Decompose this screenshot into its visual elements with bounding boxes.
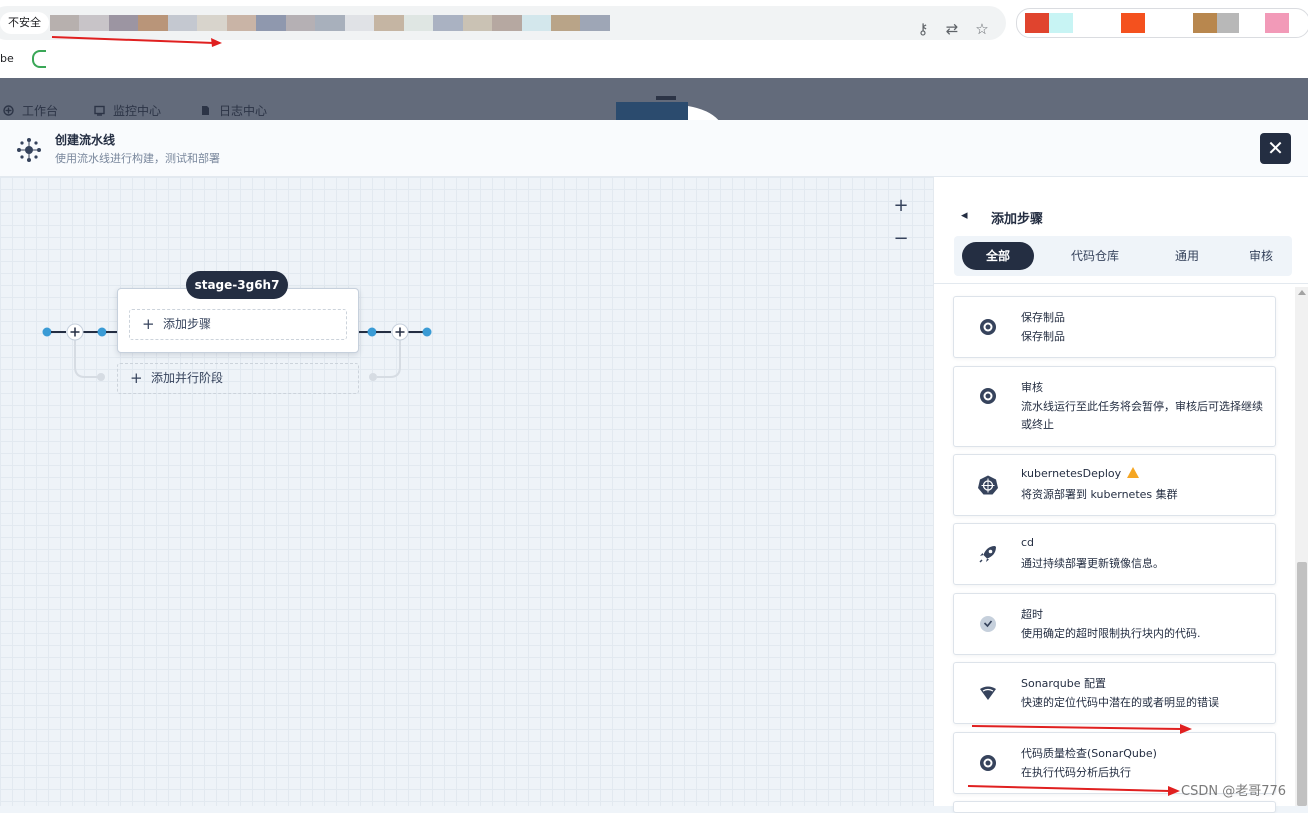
workbench-icon xyxy=(3,105,14,116)
bookmarks-bar: be xyxy=(0,44,1308,78)
stage-name-badge[interactable]: stage-3g6h7 xyxy=(186,271,288,299)
modal-title: 创建流水线 xyxy=(55,133,116,147)
step-card-sonarqube-config[interactable]: Sonarqube 配置 快速的定位代码中潜在的或者明显的错误 xyxy=(953,662,1276,724)
nav-item-logs[interactable]: 日志中心 xyxy=(200,102,267,119)
warning-icon xyxy=(1127,467,1140,478)
pipeline-connectors xyxy=(42,327,432,381)
pipeline-canvas[interactable]: + − + 添加步骤 stage-3g6h7 + 添加并行阶段 xyxy=(0,177,933,806)
security-indicator[interactable]: 不安全 xyxy=(0,12,49,34)
step-title: Sonarqube 配置 xyxy=(1021,677,1106,690)
rocket-icon xyxy=(979,546,996,563)
bookmark-favicon-icon xyxy=(32,50,46,68)
scroll-thumb[interactable] xyxy=(1297,562,1307,806)
step-category-tabs: 全部 代码仓库 通用 审核 xyxy=(954,236,1292,276)
key-icon[interactable]: ⚷ xyxy=(914,20,932,38)
step-description: 通过持续部署更新镜像信息。 xyxy=(1021,557,1164,570)
nav-label: 监控中心 xyxy=(113,104,162,118)
monitor-icon xyxy=(94,105,105,116)
add-stage-after-button[interactable] xyxy=(391,323,409,341)
step-card-kubernetes-deploy[interactable]: kubernetesDeploy 将资源部署到 kubernetes 集群 xyxy=(953,454,1276,516)
scroll-up-arrow-icon[interactable] xyxy=(1298,290,1306,295)
modal-header: 创建流水线 使用流水线进行构建，测试和部署 ✕ xyxy=(0,120,1308,177)
nav-item-monitoring[interactable]: 监控中心 xyxy=(94,102,161,119)
step-card-save-artifact[interactable]: 保存制品 保存制品 xyxy=(953,296,1276,358)
disc-icon xyxy=(980,388,996,404)
redacted-region xyxy=(616,96,719,120)
url-text-redacted xyxy=(50,15,610,31)
step-description: 流水线运行至此任务将会暂停，审核后可选择继续或终止 xyxy=(1021,400,1263,431)
plus-icon: + xyxy=(130,369,143,387)
app-top-nav: 工作台 监控中心 日志中心 xyxy=(0,78,1308,120)
scrollbar[interactable] xyxy=(1295,287,1308,806)
disc-icon xyxy=(980,755,996,771)
step-title: cd xyxy=(1021,536,1035,549)
tab-general[interactable]: 通用 xyxy=(1152,242,1222,270)
browser-chrome: 不安全 ⚷ ⇄ ☆ be xyxy=(0,0,1308,78)
pipeline-icon xyxy=(17,138,41,162)
nav-label: 工作台 xyxy=(22,104,59,118)
step-description: 保存制品 xyxy=(1021,330,1065,343)
tab-all[interactable]: 全部 xyxy=(962,242,1034,270)
tab-review[interactable]: 审核 xyxy=(1230,242,1292,270)
step-card-partial[interactable] xyxy=(953,801,1276,813)
nav-label: 日志中心 xyxy=(219,104,268,118)
clock-icon xyxy=(980,616,996,632)
step-description: 使用确定的超时限制执行块内的代码. xyxy=(1021,627,1201,640)
annotation-arrow xyxy=(967,785,1180,796)
step-card-timeout[interactable]: 超时 使用确定的超时限制执行块内的代码. xyxy=(953,593,1276,655)
add-step-label: 添加步骤 xyxy=(163,317,212,331)
step-title-row: kubernetesDeploy xyxy=(1021,467,1140,480)
step-title: kubernetesDeploy xyxy=(1021,467,1122,480)
step-card-review[interactable]: 审核 流水线运行至此任务将会暂停，审核后可选择继续或终止 xyxy=(953,366,1276,447)
watermark: CSDN @老哥776 xyxy=(1181,784,1287,799)
divider xyxy=(934,283,1308,284)
translate-icon[interactable]: ⇄ xyxy=(943,20,961,38)
add-parallel-stage-button[interactable]: + 添加并行阶段 xyxy=(117,363,359,394)
add-stage-before-button[interactable] xyxy=(66,323,84,341)
step-title: 保存制品 xyxy=(1021,311,1065,324)
kubernetes-icon xyxy=(978,475,998,495)
step-title: 审核 xyxy=(1021,381,1043,394)
step-card-cd[interactable]: cd 通过持续部署更新镜像信息。 xyxy=(953,523,1276,585)
bookmark-item[interactable]: be xyxy=(0,52,14,65)
step-title: 超时 xyxy=(1021,608,1043,621)
tab-code-repo[interactable]: 代码仓库 xyxy=(1054,242,1136,270)
annotation-arrow xyxy=(971,724,1192,734)
plus-icon: + xyxy=(142,315,155,333)
star-icon[interactable]: ☆ xyxy=(973,20,991,38)
disc-icon xyxy=(980,319,996,335)
add-step-button[interactable]: + 添加步骤 xyxy=(129,309,347,340)
sonar-icon xyxy=(980,686,996,700)
step-description: 快速的定位代码中潜在的或者明显的错误 xyxy=(1021,696,1219,709)
panel-title: 添加步骤 xyxy=(991,212,1044,227)
add-step-panel: ◂ 添加步骤 全部 代码仓库 通用 审核 保存制品 保存制品 审核 流水线运行至… xyxy=(933,177,1308,813)
close-button[interactable]: ✕ xyxy=(1260,133,1291,164)
extensions-redacted xyxy=(1016,8,1308,38)
close-icon: ✕ xyxy=(1267,136,1284,160)
step-description: 将资源部署到 kubernetes 集群 xyxy=(1021,488,1178,501)
add-parallel-stage-label: 添加并行阶段 xyxy=(151,371,224,385)
back-arrow-icon[interactable]: ◂ xyxy=(961,208,968,223)
step-title: 代码质量检查(SonarQube) xyxy=(1021,747,1157,760)
document-icon xyxy=(202,106,209,115)
nav-item-workbench[interactable]: 工作台 xyxy=(3,102,58,119)
modal-subtitle: 使用流水线进行构建，测试和部署 xyxy=(55,152,220,165)
